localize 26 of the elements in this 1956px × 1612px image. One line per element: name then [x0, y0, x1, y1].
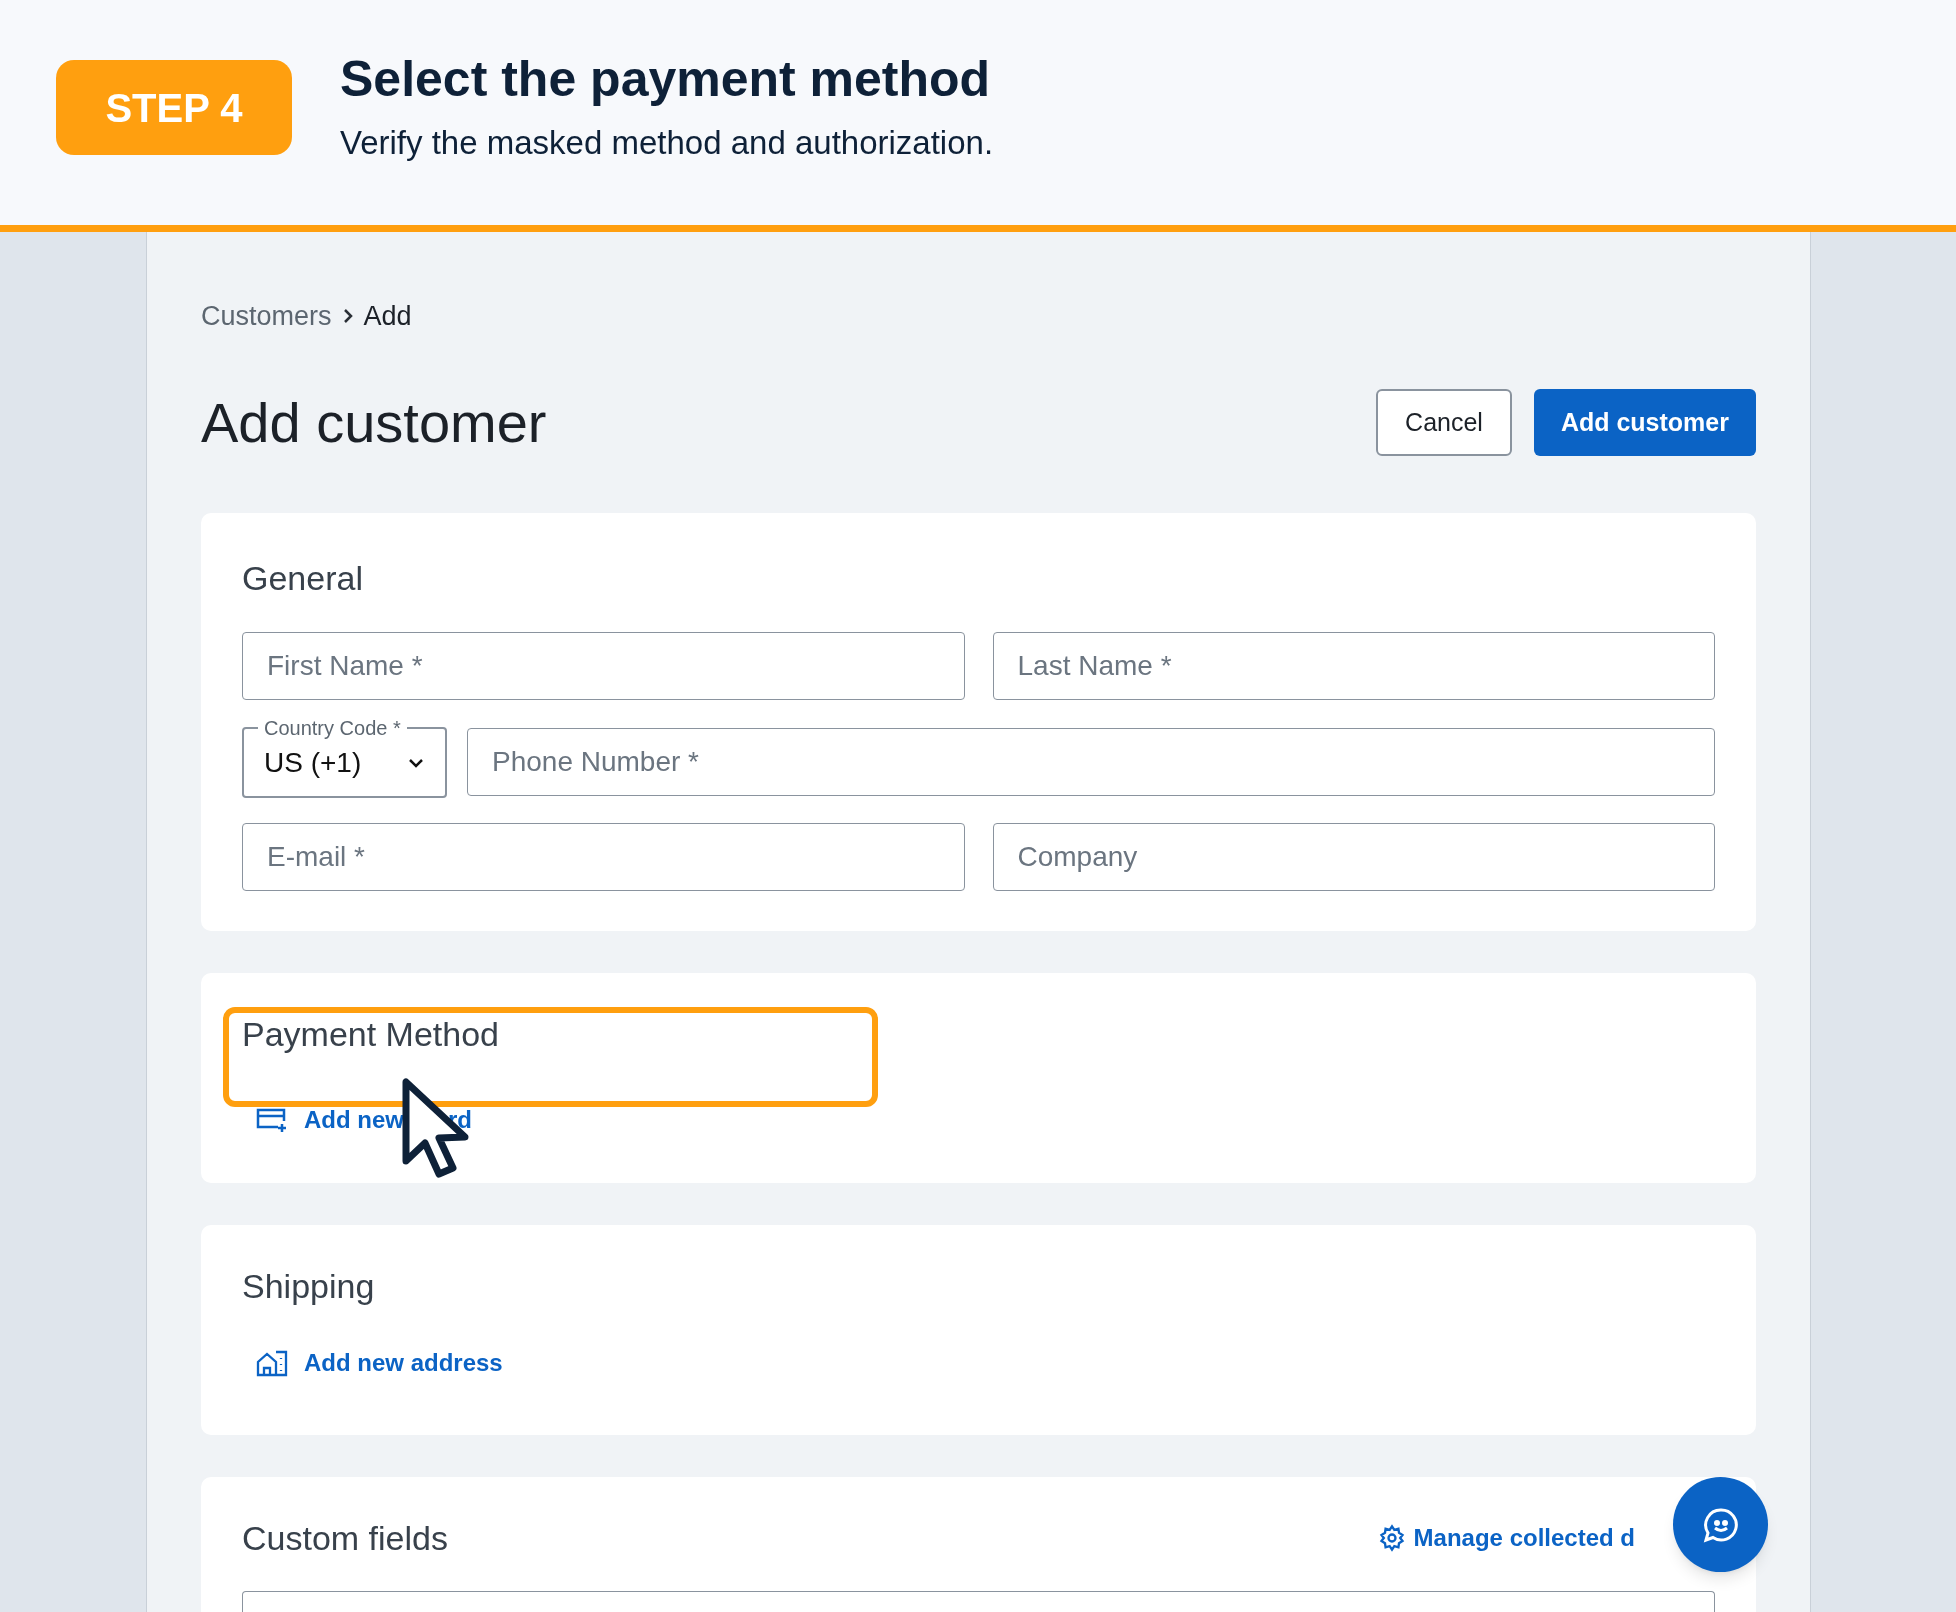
country-code-select[interactable]: Country Code * US (+1)	[242, 717, 447, 798]
step-subtitle: Verify the masked method and authorization.	[340, 123, 994, 163]
step-badge: STEP 4	[56, 60, 292, 155]
text-field[interactable]: Last Name *	[992, 631, 1715, 700]
add-address-link[interactable]: Add new address	[256, 1348, 1715, 1377]
manage-link[interactable]: Manage collected d	[1377, 1523, 1635, 1552]
step-title: Select the payment method	[340, 49, 992, 109]
breadcrumb-link[interactable]: Customers	[201, 296, 332, 337]
building-icon	[256, 1348, 288, 1377]
add-customer-button[interactable]: Add customer	[1533, 389, 1756, 456]
card-add-icon	[256, 1106, 288, 1133]
text-field[interactable]: First Name *	[242, 631, 965, 700]
chevron-down-icon	[407, 756, 425, 769]
text-field[interactable]: Company	[992, 822, 1715, 891]
floating-label: Country Code *	[263, 717, 402, 738]
select-value: US (+1)	[264, 745, 362, 780]
section-title: General	[242, 557, 364, 599]
section-title: Custom fields	[242, 1520, 448, 1555]
settings-icon	[1377, 1523, 1406, 1552]
text-field[interactable]: Phone Number *	[467, 727, 1715, 796]
page-title: Add customer	[201, 389, 547, 456]
section-title: Payment Method	[242, 1016, 501, 1051]
text-field[interactable]: E-mail *	[242, 822, 965, 891]
breadcrumb-link[interactable]: Add	[363, 296, 412, 337]
section-title: Shipping	[242, 1268, 376, 1303]
cancel-button[interactable]: Cancel	[1376, 389, 1512, 456]
